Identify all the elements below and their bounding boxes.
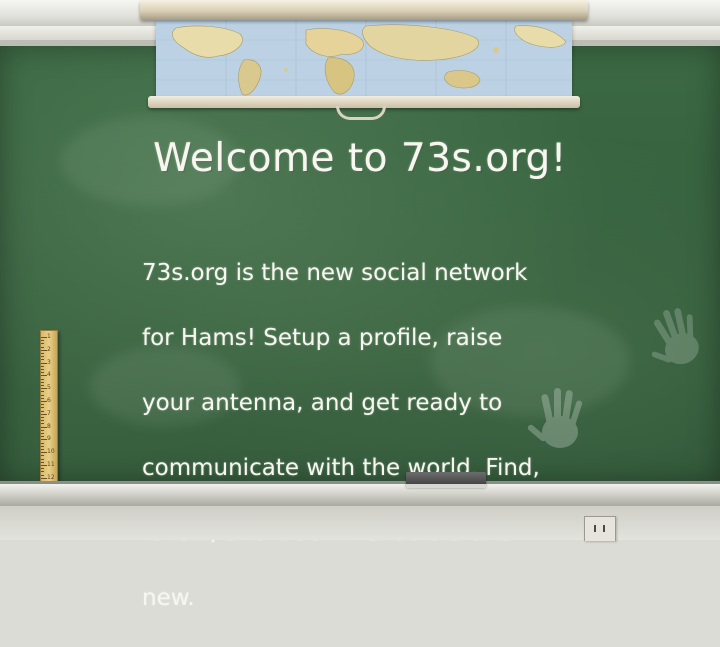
ruler-number: 11 (47, 461, 55, 468)
ruler-number: 1 (47, 333, 51, 340)
ruler-subtick (41, 365, 44, 367)
ruler-subtick (41, 417, 44, 418)
ruler-subtick (41, 436, 44, 438)
ruler-subtick (41, 343, 44, 345)
ruler-subtick (41, 391, 44, 393)
ruler-subtick (41, 420, 44, 422)
eraser-felt (406, 484, 486, 488)
body-line: 73s.org is the new social network (142, 259, 528, 286)
ruler-number: 6 (47, 397, 51, 404)
body-line: for Hams! Setup a profile, raise (142, 324, 503, 351)
ruler-subtick (41, 369, 44, 370)
ruler-subtick (41, 449, 44, 450)
ruler-number: 3 (47, 358, 51, 366)
ruler-number: 5 (47, 384, 51, 392)
map-roller-case (140, 0, 588, 20)
world-map (156, 20, 572, 102)
ruler-subtick (41, 423, 44, 425)
chalk-tray (0, 484, 720, 506)
ruler-subtick (41, 381, 44, 383)
ruler-subtick (41, 458, 44, 460)
handprint-icon (527, 388, 583, 448)
ruler-number: 12 (47, 473, 55, 481)
ruler-subtick (41, 359, 44, 361)
ruler-subtick (41, 378, 44, 380)
ruler-subtick (41, 468, 44, 470)
ruler-subtick (41, 356, 44, 358)
map-graphic (156, 20, 572, 102)
ruler-subtick (41, 346, 44, 348)
ruler-subtick (41, 340, 44, 342)
ruler-subtick (41, 394, 44, 396)
map-pull-ring[interactable] (336, 106, 386, 120)
wooden-ruler: 1 2 3 4 5 6 7 8 9 10 11 12 (40, 330, 58, 492)
ruler-subtick (41, 471, 44, 473)
ruler-subtick (41, 410, 44, 412)
ruler-subtick (41, 433, 44, 434)
handprint-icon (651, 308, 699, 365)
wall-outlet (584, 516, 616, 541)
ruler-number: 7 (47, 409, 51, 417)
ruler-number: 2 (47, 345, 51, 353)
ruler-subtick (41, 445, 44, 447)
ruler-subtick (41, 372, 44, 374)
ruler-subtick (41, 461, 44, 463)
ruler-number: 9 (47, 435, 51, 443)
ruler-subtick (41, 385, 44, 386)
ruler-subtick (41, 397, 44, 399)
outlet-slot (594, 525, 596, 532)
slide-title: Welcome to 73s.org! (153, 136, 567, 181)
ruler-subtick (41, 404, 44, 406)
body-line: new. (142, 584, 195, 611)
ruler-subtick (41, 353, 44, 354)
ruler-number: 8 (47, 422, 51, 430)
ruler-number: 10 (47, 448, 55, 456)
ruler-subtick (41, 429, 44, 431)
ruler-subtick (41, 474, 44, 476)
ruler-subtick (41, 407, 44, 409)
ruler-number: 4 (47, 371, 51, 379)
ruler-subtick (41, 442, 44, 444)
ruler-subtick (41, 455, 44, 457)
outlet-slot (603, 525, 605, 532)
